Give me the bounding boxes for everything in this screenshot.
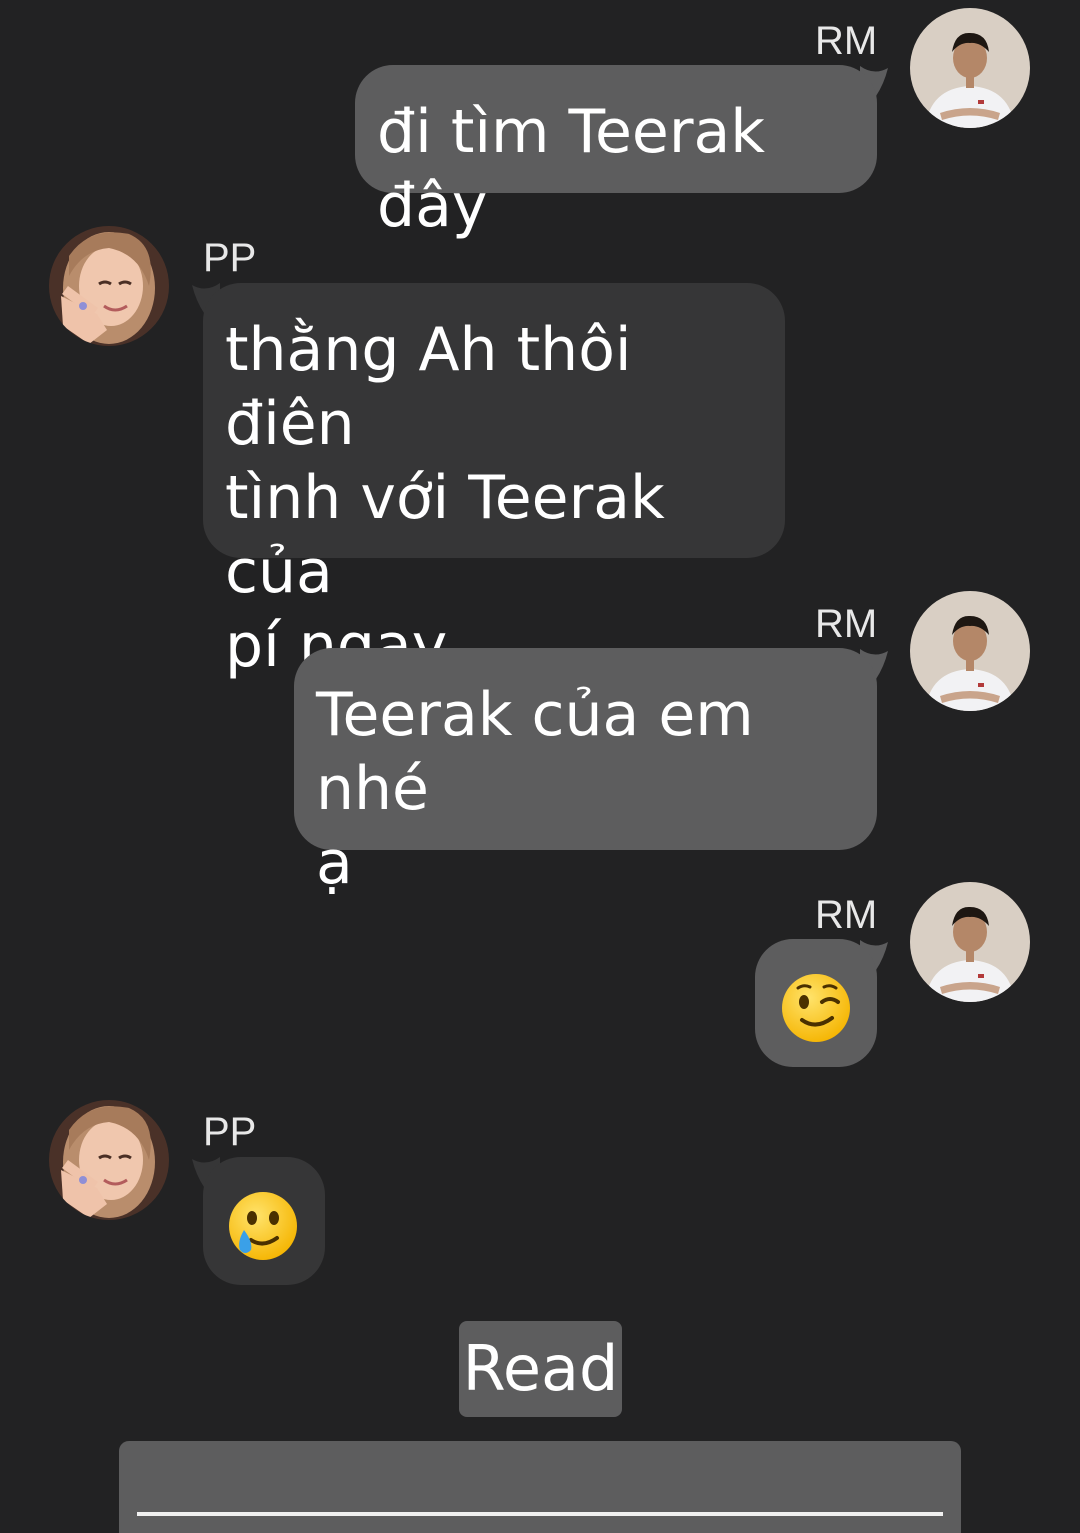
sender-name: PP (203, 1110, 257, 1154)
avatar-rm[interactable] (910, 882, 1030, 1002)
message-bubble[interactable] (755, 939, 877, 1067)
message-bubble[interactable]: thằng Ah thôi điên tình với Teerak của p… (203, 283, 785, 681)
message-bubble[interactable]: Teerak của em nhé ạ (294, 648, 877, 898)
read-status: Read (459, 1321, 622, 1417)
message-line: ạ (316, 828, 353, 898)
message-bubble[interactable] (203, 1157, 325, 1285)
message-bubble[interactable]: đi tìm Teerak đây (355, 65, 877, 241)
message-line: Teerak của em nhé (316, 680, 754, 824)
message-line: thằng Ah thôi điên (225, 315, 632, 459)
smiling-face-with-tear-icon (229, 1192, 297, 1260)
avatar-pp[interactable] (49, 1100, 169, 1220)
chat-screen: RM đi tìm Teerak đây PP thằng Ah thôi đi… (0, 0, 1080, 1533)
sender-name: RM (815, 19, 878, 63)
avatar-pp[interactable] (49, 226, 169, 346)
winking-face-icon (782, 974, 850, 1042)
avatar-rm[interactable] (910, 8, 1030, 128)
input-underline (137, 1512, 943, 1522)
message-text: đi tìm Teerak đây (377, 97, 766, 241)
sender-name: PP (203, 236, 257, 280)
avatar-rm[interactable] (910, 591, 1030, 711)
message-input[interactable] (119, 1441, 961, 1533)
message-line: tình với Teerak của (225, 463, 665, 607)
sender-name: RM (815, 602, 878, 646)
sender-name: RM (815, 893, 878, 937)
